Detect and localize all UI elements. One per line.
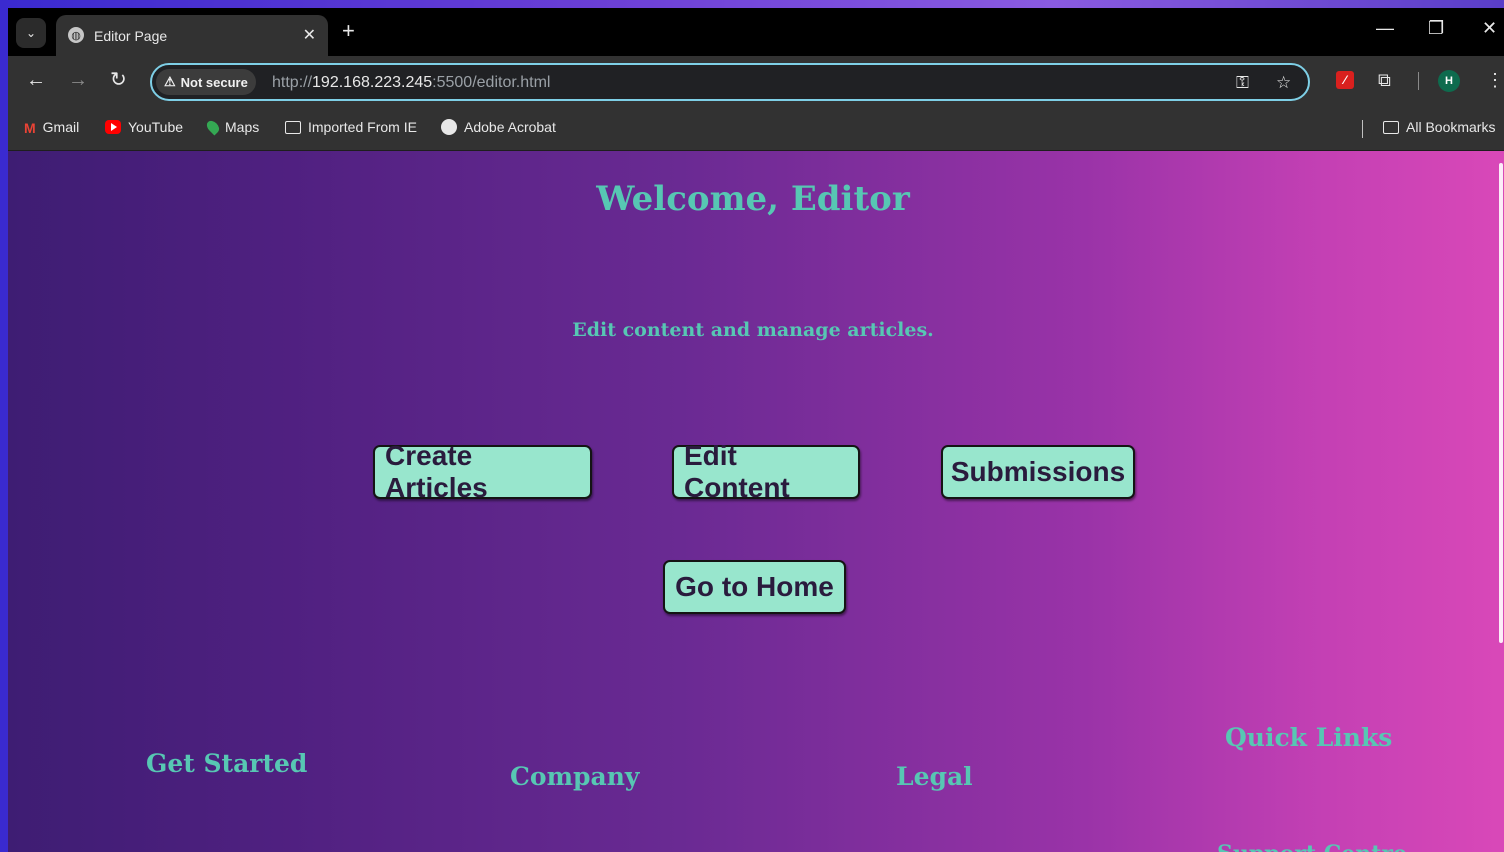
bookmarks-divider — [1362, 120, 1363, 138]
close-tab-icon[interactable]: ✕ — [303, 25, 316, 45]
create-articles-button[interactable]: Create Articles — [373, 440, 592, 503]
bookmark-youtube[interactable]: YouTube — [105, 119, 183, 135]
footer-get-started: Get Started — [146, 749, 308, 778]
tab-search-button[interactable]: ⌄ — [16, 18, 46, 48]
go-to-home-button[interactable]: Go to Home — [663, 560, 846, 614]
close-window-icon[interactable]: ✕ — [1482, 18, 1497, 39]
page-title: Welcome, Editor — [596, 179, 910, 219]
bookmark-label: Gmail — [42, 119, 80, 135]
bookmark-label: Maps — [225, 119, 260, 135]
scrollbar-thumb[interactable] — [1499, 163, 1503, 643]
footer-company: Company — [510, 762, 640, 791]
footer-quick-links: Quick Links — [1225, 723, 1393, 752]
bookmark-label: Imported From IE — [308, 119, 417, 135]
toolbar: ← → ↻ ⚠ Not secure http://192.168.223.24… — [8, 56, 1504, 108]
bookmark-adobe-acrobat[interactable]: Adobe Acrobat — [441, 119, 556, 135]
minimize-icon[interactable]: — — [1376, 18, 1394, 39]
footer-support-centre-link[interactable]: Support Centre — [1217, 841, 1407, 852]
gmail-icon: M — [24, 120, 36, 136]
url-text[interactable]: http://192.168.223.245:5500/editor.html — [272, 74, 550, 92]
security-label: Not secure — [180, 74, 248, 90]
bookmark-gmail[interactable]: M Gmail — [24, 119, 80, 136]
security-chip[interactable]: ⚠ Not secure — [156, 69, 256, 95]
extensions-puzzle-icon[interactable]: ⧉ — [1378, 70, 1391, 90]
url-path: :5500/editor.html — [432, 74, 551, 91]
globe-icon: ◍ — [68, 27, 84, 43]
browser-window: ⌄ ◍ Editor Page ✕ + — ❐ ✕ ← → ↻ ⚠ Not se… — [8, 8, 1504, 852]
key-icon[interactable]: ⚿ — [1236, 73, 1249, 93]
bookmark-maps[interactable]: Maps — [204, 118, 260, 136]
youtube-icon — [105, 120, 121, 134]
warning-icon: ⚠ — [164, 74, 176, 89]
edit-content-button[interactable]: Edit Content — [672, 440, 860, 503]
all-bookmarks-button[interactable]: All Bookmarks — [1383, 119, 1495, 135]
page-viewport: Welcome, Editor Edit content and manage … — [8, 151, 1504, 852]
reload-button[interactable]: ↻ — [110, 70, 127, 90]
submissions-button[interactable]: Submissions — [941, 445, 1135, 499]
scrollbar[interactable] — [1498, 151, 1504, 852]
tab-editor-page[interactable]: ◍ Editor Page ✕ — [56, 15, 328, 56]
bookmark-imported-from-ie[interactable]: Imported From IE — [285, 119, 417, 135]
restore-icon[interactable]: ❐ — [1428, 18, 1444, 39]
acrobat-extension-icon[interactable]: ⁄ — [1336, 71, 1354, 89]
bookmark-label: Adobe Acrobat — [464, 119, 556, 135]
bookmark-label: YouTube — [128, 119, 184, 135]
back-button[interactable]: ← — [26, 70, 46, 90]
chevron-down-icon: ⌄ — [25, 26, 37, 40]
star-icon[interactable]: ☆ — [1276, 73, 1291, 93]
all-bookmarks-label: All Bookmarks — [1406, 119, 1496, 135]
footer-legal: Legal — [896, 762, 973, 791]
address-bar[interactable]: ⚠ Not secure http://192.168.223.245:5500… — [150, 63, 1310, 101]
toolbar-divider — [1418, 72, 1419, 90]
globe-icon — [441, 119, 457, 135]
page-subtitle: Edit content and manage articles. — [572, 319, 934, 341]
maps-icon — [204, 118, 222, 136]
url-host: 192.168.223.245 — [312, 74, 433, 91]
new-tab-button[interactable]: + — [342, 20, 355, 42]
folder-icon — [1383, 120, 1399, 134]
profile-avatar[interactable]: H — [1438, 70, 1460, 92]
folder-icon — [285, 120, 301, 134]
url-scheme: http:// — [272, 74, 313, 91]
tab-title: Editor Page — [94, 28, 168, 44]
menu-kebab-icon[interactable]: ⋮ — [1486, 70, 1504, 90]
bookmarks-bar: M Gmail YouTube Maps Imported From IE Ad… — [8, 108, 1504, 151]
forward-button[interactable]: → — [68, 70, 88, 90]
tab-strip: ⌄ ◍ Editor Page ✕ + — ❐ ✕ — [8, 8, 1504, 56]
